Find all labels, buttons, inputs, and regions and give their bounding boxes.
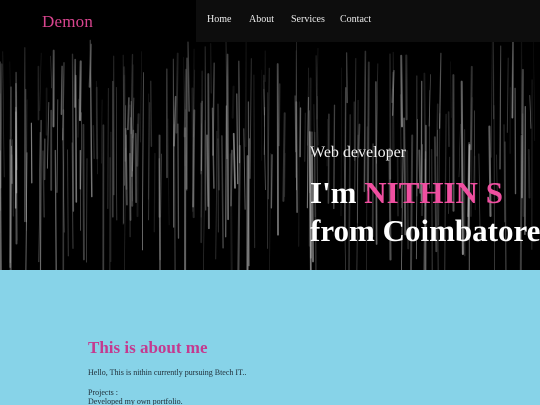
top-navigation: Home About Services Contact <box>196 0 540 42</box>
brand-logo[interactable]: Demon <box>42 12 93 32</box>
nav-link-about[interactable]: About <box>249 14 274 25</box>
hero-section: Demon Home About Services Contact Web de… <box>0 0 540 270</box>
hero-role: Web developer <box>310 144 406 161</box>
hero-intro-prefix: I'm <box>310 175 365 210</box>
hero-intro-line: I'm NITHIN S <box>310 175 540 211</box>
brand-area: Demon <box>0 0 196 42</box>
nav-link-services[interactable]: Services <box>291 14 325 25</box>
about-text: Hello, This is nithin currently pursuing… <box>88 368 247 377</box>
hero-location-line: from Coimbatore <box>310 213 540 248</box>
about-section: This is about me Hello, This is nithin c… <box>0 270 540 405</box>
projects-item: Developed my own portfolio. <box>88 397 183 405</box>
page: Demon Home About Services Contact Web de… <box>0 0 540 405</box>
about-title: This is about me <box>88 338 208 357</box>
nav-link-contact[interactable]: Contact <box>340 14 371 25</box>
hero-text: Web developer I'm NITHIN S from Coimbato… <box>310 143 540 249</box>
nav-link-home[interactable]: Home <box>207 14 231 25</box>
hero-name: NITHIN S <box>364 175 503 210</box>
